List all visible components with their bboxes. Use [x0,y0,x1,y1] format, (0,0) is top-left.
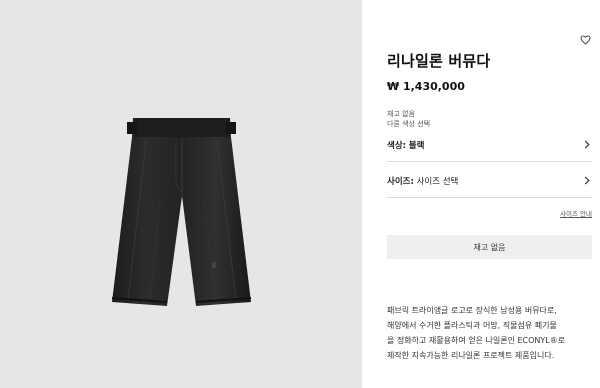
size-guide-link[interactable]: 사이즈 안내 [560,208,592,218]
heart-outline-icon [579,35,591,45]
description-line: 패브릭 트라이앵글 로고로 장식한 남성용 버뮤다로, [387,306,557,315]
product-title: 리나일론 버뮤다 [387,52,491,70]
stock-status: 재고 없음 [387,110,415,118]
chevron-right-icon [582,140,592,150]
product-image-panel [0,0,362,388]
description-line: 을 정화하고 재활용하여 얻은 나일론인 ECONYL®로 [387,336,566,345]
product-image [111,118,252,306]
sold-out-button[interactable]: 재고 없음 [387,235,592,259]
size-selector-text: 사이즈: 사이즈 선택 [387,175,458,187]
color-value: 블랙 [408,140,425,151]
size-selector[interactable]: 사이즈: 사이즈 선택 [387,164,592,198]
color-selector[interactable]: 색상: 블랙 [387,128,592,162]
size-label: 사이즈: [387,176,414,187]
color-label: 색상: [387,140,407,151]
product-details-panel: 리나일론 버뮤다 ₩ 1,430,000 재고 없음 다른 색상 선택 색상: … [387,0,600,388]
description-line: 해양에서 수거한 플라스틱과 어망, 직물섬유 폐기물 [387,321,557,330]
product-price: ₩ 1,430,000 [387,80,465,93]
wishlist-button[interactable] [577,32,593,48]
color-selector-text: 색상: 블랙 [387,139,424,151]
size-value: 사이즈 선택 [416,176,459,187]
description-line: 제작한 지속가능한 리나일론 프로젝트 제품입니다. [387,351,555,360]
product-description: 패브릭 트라이앵글 로고로 장식한 남성용 버뮤다로, 해양에서 수거한 플라스… [387,303,597,363]
chevron-right-icon [582,176,592,186]
